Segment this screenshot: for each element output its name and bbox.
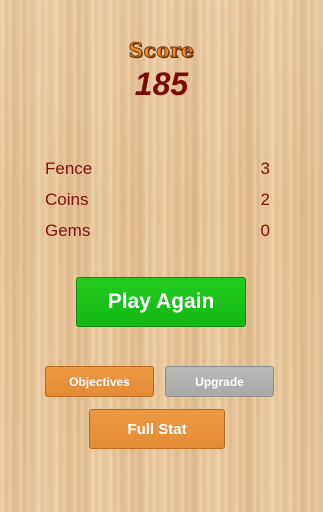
score-label: Score xyxy=(128,38,195,63)
stat-label-coins: Coins xyxy=(45,189,89,209)
full-stat-button[interactable]: Full Stat xyxy=(89,409,225,449)
stat-row-coins: Coins 2 xyxy=(45,184,270,215)
score-value: 185 xyxy=(134,66,189,102)
game-over-screen: Score 185 Fence 3 Coins 2 Gems 0 Play Ag… xyxy=(0,0,323,512)
objectives-button[interactable]: Objectives xyxy=(45,366,154,397)
stat-row-gems: Gems 0 xyxy=(45,215,270,246)
stat-label-gems: Gems xyxy=(45,220,91,240)
stat-value-fence: 3 xyxy=(260,158,270,178)
stat-value-coins: 2 xyxy=(260,189,270,209)
stat-label-fence: Fence xyxy=(45,158,93,178)
play-again-button[interactable]: Play Again xyxy=(76,277,246,327)
stats-list: Fence 3 Coins 2 Gems 0 xyxy=(45,153,270,246)
stat-value-gems: 0 xyxy=(260,220,270,240)
upgrade-button[interactable]: Upgrade xyxy=(165,366,274,397)
stat-row-fence: Fence 3 xyxy=(45,153,270,184)
